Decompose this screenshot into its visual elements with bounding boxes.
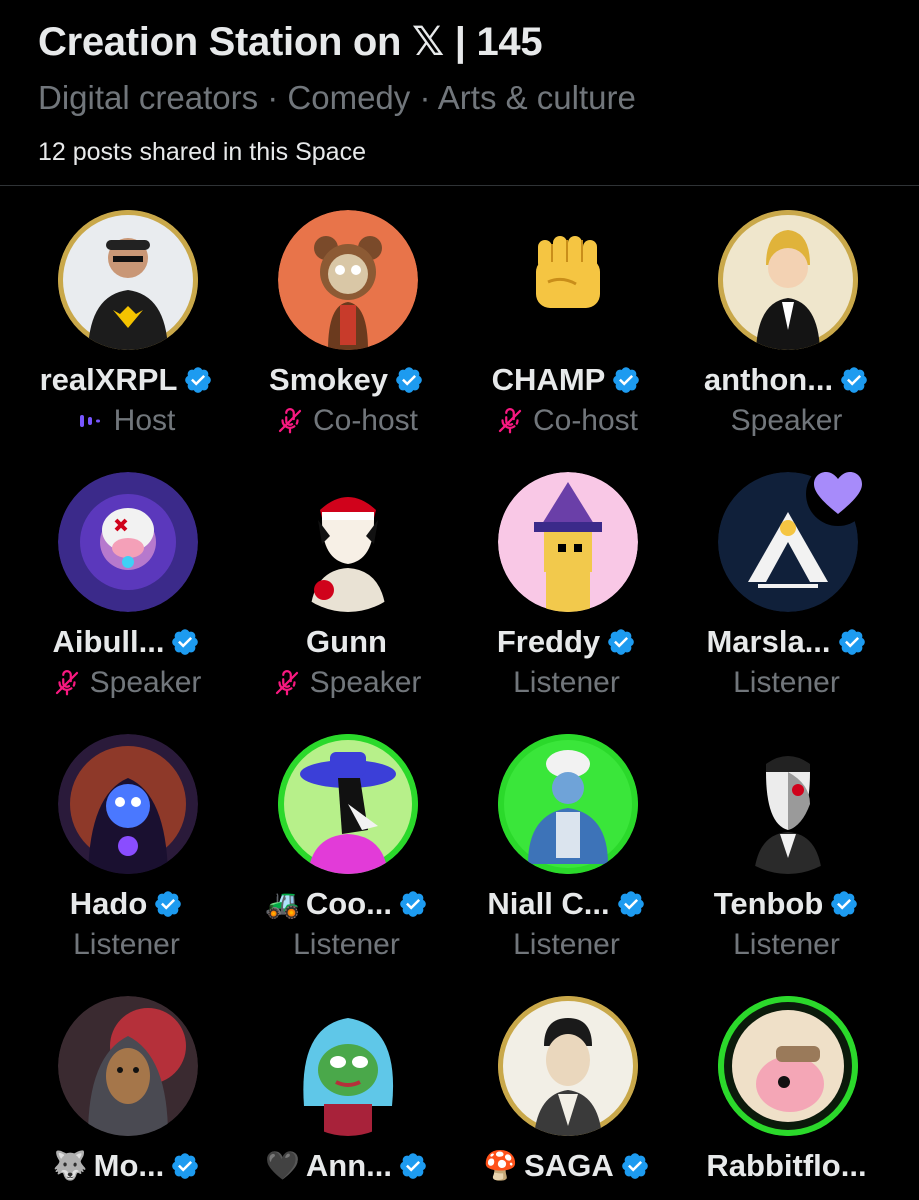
participant-name: Aibull... [52,624,165,659]
verified-badge-icon [606,627,636,657]
avatar[interactable] [58,996,198,1136]
mic-off-icon [272,668,302,698]
avatar[interactable] [58,472,198,612]
avatar[interactable] [718,210,858,350]
black-heart-emoji: 🖤 [265,1150,300,1181]
verified-badge-icon [170,627,200,657]
mushroom-emoji: 🍄 [483,1150,519,1181]
avatar-image [58,210,198,350]
mic-off-icon [275,406,305,436]
avatar[interactable] [498,996,638,1136]
avatar-image [58,996,198,1136]
avatar[interactable] [58,210,198,350]
participant-role: Listener [513,928,620,961]
avatar[interactable] [718,734,858,874]
verified-badge-icon [398,889,428,919]
verified-badge-icon [839,365,869,395]
participant-name: Mo... [93,1148,165,1183]
avatar[interactable] [278,210,418,350]
verified-badge-icon [170,1151,200,1181]
participant-name: Marsla... [706,624,831,659]
avatar-image [498,734,638,874]
avatar[interactable] [718,996,858,1136]
avatar-image [498,996,638,1136]
verified-badge-icon [616,889,646,919]
speaking-icon [78,411,106,431]
participant-role: Listener [73,928,180,961]
avatar[interactable] [278,734,418,874]
avatar[interactable] [498,734,638,874]
verified-badge-icon [829,889,859,919]
participant-role: Speaker [309,666,422,699]
avatar-image [278,210,418,350]
avatar[interactable] [498,472,638,612]
avatar[interactable] [278,996,418,1136]
participant-role: Speaker [730,404,843,437]
participant-role: Host [113,404,176,437]
participant-name: anthon... [703,362,834,397]
mic-off-icon [495,406,525,436]
space-title: Creation Station on 𝕏 | 145 [38,20,543,64]
verified-badge-icon [620,1151,650,1181]
posts-shared-count[interactable]: 12 posts shared in this Space [38,136,898,168]
raised-fist-icon [536,236,600,308]
avatar-image [58,734,198,874]
verified-badge-icon [611,365,641,395]
avatar[interactable] [278,472,418,612]
avatar-image [718,210,858,350]
participant-name: Smokey [269,362,388,397]
participant-role: Listener [293,928,400,961]
avatar-image [498,472,638,612]
participant-role: Co-host [312,404,419,437]
participant-role: Listener [513,666,620,699]
participant-role: Speaker [89,666,202,699]
verified-badge-icon [153,889,183,919]
space-topics[interactable]: Digital creators · Comedy · Arts & cultu… [38,78,898,118]
tractor-emoji: 🚜 [265,888,300,919]
participant-name: Coo... [305,886,392,921]
mic-off-icon [52,668,82,698]
participant-name: Tenbob [713,886,824,921]
participant-name: Freddy [496,624,601,659]
verified-badge-icon [394,365,424,395]
participant-role: Listener [733,928,840,961]
verified-badge-icon [837,627,867,657]
participant-name: Niall C... [487,886,610,921]
participant-name: Gunn [306,624,387,659]
avatar-image [278,734,418,874]
header-divider [0,185,919,186]
avatar-image [754,756,822,874]
participant-name: Ann... [305,1148,392,1183]
verified-badge-icon [398,1151,428,1181]
avatar-image [718,996,858,1136]
participant-name: CHAMP [491,362,606,397]
purple-heart-icon [806,462,870,526]
participant-role: Co-host [532,404,639,437]
participant-role: Listener [733,666,840,699]
participant-name: realXRPL [39,362,178,397]
avatar-image [310,497,386,612]
avatar-image [58,472,198,612]
space-header: Creation Station on 𝕏 | 145 Digital crea… [38,18,898,168]
wolf-emoji: 🐺 [52,1150,88,1181]
avatar-image [303,1018,394,1136]
avatar[interactable] [58,734,198,874]
verified-badge-icon [183,365,213,395]
participant-name: SAGA [524,1148,614,1183]
avatar[interactable] [498,210,638,350]
participant-name: Rabbitflo... [706,1148,867,1183]
participant-name: Hado [69,886,148,921]
